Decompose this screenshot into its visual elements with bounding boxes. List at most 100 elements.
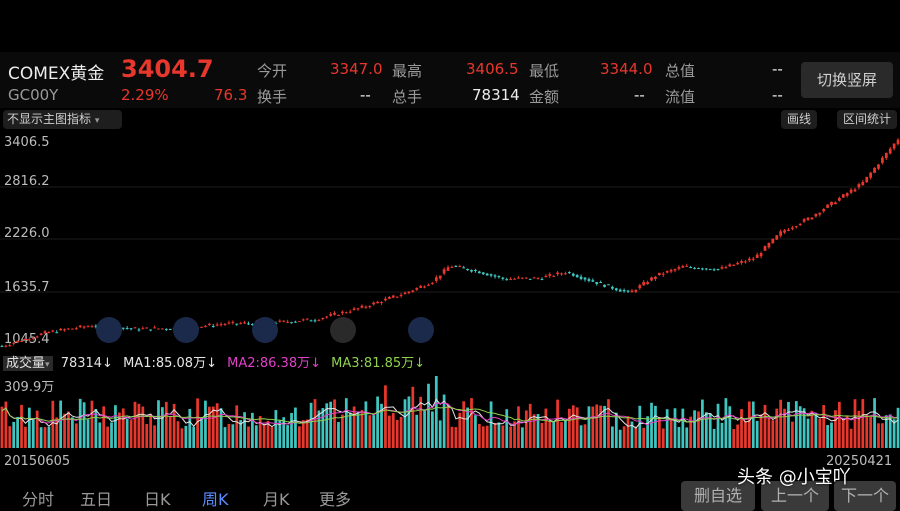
volume-bar (791, 421, 794, 448)
volume-bar (294, 407, 297, 448)
volume-bar (611, 426, 614, 448)
volume-bar (20, 404, 23, 448)
candle-body (12, 342, 16, 344)
volume-bar (869, 416, 873, 448)
volume-bar (845, 415, 849, 448)
candle-body (55, 332, 59, 334)
switch-portrait-button[interactable]: 切换竖屏 (801, 62, 893, 98)
event-marker-icon[interactable] (408, 317, 434, 343)
draw-line-button[interactable]: 画线 (781, 110, 817, 129)
candle-body (360, 305, 364, 308)
price-chart[interactable] (0, 133, 900, 348)
volume-bar (188, 408, 192, 448)
volume-bar (67, 411, 70, 448)
volume-bar (607, 399, 610, 448)
volume-bar (505, 409, 509, 448)
candle-body (814, 213, 818, 217)
volume-bar (634, 426, 638, 448)
candle-body (567, 272, 571, 274)
candle-body (489, 274, 493, 276)
candle-body (43, 331, 47, 334)
candle-body (27, 339, 31, 341)
candle-body (403, 292, 407, 295)
candle-body (607, 284, 610, 286)
tab-intraday[interactable]: 分时 (22, 486, 54, 510)
candle-body (877, 164, 880, 169)
candle-body (337, 314, 340, 316)
tab-more[interactable]: 更多 (319, 486, 351, 510)
candle-body (708, 268, 712, 270)
volume-bar (818, 418, 822, 448)
volume-bar (43, 427, 47, 448)
volume-bar (603, 405, 606, 448)
candle-body (31, 337, 35, 339)
candle-body (638, 285, 642, 289)
candle-body (642, 281, 646, 286)
volume-bar (157, 400, 160, 448)
event-marker-icon[interactable] (96, 317, 122, 343)
candle-body (830, 201, 833, 206)
volume-bar (755, 420, 759, 448)
candle-body (798, 223, 802, 226)
turnover-label: 换手 (257, 88, 288, 106)
candle-body (677, 267, 681, 269)
volume-bar (427, 383, 430, 448)
volume-bar (853, 399, 857, 448)
volume-bar (720, 422, 724, 448)
volume-bar (321, 408, 325, 448)
volume-bar (564, 419, 567, 448)
volume-bar (524, 410, 528, 448)
volume-bar (454, 427, 458, 448)
instrument-name: COMEX黄金 (8, 64, 105, 84)
volume-bar (352, 406, 356, 448)
volume-bar (114, 405, 117, 448)
candle-body (458, 266, 462, 268)
candle-body (231, 321, 235, 323)
volume-bar (129, 420, 133, 448)
tab-five-day[interactable]: 五日 (80, 486, 112, 510)
volume-bar (384, 385, 387, 448)
candle-body (845, 193, 849, 196)
candle-body (474, 269, 477, 271)
tab-daily-k[interactable]: 日K (144, 486, 171, 510)
event-marker-icon[interactable] (252, 317, 278, 343)
event-marker-icon[interactable] (330, 317, 356, 343)
range-stats-button[interactable]: 区间统计 (837, 110, 897, 129)
candle-body (411, 290, 415, 292)
candle-body (313, 320, 317, 322)
volume-chart[interactable] (0, 373, 900, 448)
candle-body (884, 152, 888, 159)
volume-bar (0, 406, 4, 448)
tab-monthly-k[interactable]: 月K (263, 486, 290, 510)
candle-body (211, 325, 215, 327)
candle-body (751, 258, 755, 260)
volume-bar (372, 415, 376, 448)
candle-body (282, 320, 286, 322)
candle-body (133, 327, 137, 329)
volume-bar (560, 422, 563, 448)
candle-body (20, 341, 23, 343)
volume-bar (470, 398, 473, 448)
candle-body (697, 267, 700, 269)
amount-label: 金额 (529, 88, 560, 106)
tab-weekly-k[interactable]: 周K (202, 486, 229, 510)
volume-bar (141, 406, 145, 448)
volume-bar (82, 402, 86, 448)
volume-bar (333, 399, 336, 448)
candle-body (24, 338, 27, 340)
candle-body (317, 320, 321, 322)
event-marker-icon[interactable] (173, 317, 199, 343)
candle-body (462, 267, 466, 269)
volume-bar (368, 415, 372, 448)
indicator-dropdown[interactable]: 不显示主图指标 ▾ (3, 110, 122, 129)
candle-body (595, 282, 599, 284)
candle-body (771, 238, 775, 244)
volume-label: 总手 (392, 88, 423, 106)
candle-body (654, 276, 657, 279)
candle-body (783, 230, 786, 233)
volume-indicator-dropdown[interactable]: 成交量▾ (3, 356, 53, 371)
candle-body (74, 328, 78, 330)
candle-body (673, 269, 677, 271)
volume-bar (254, 425, 258, 448)
volume-bar (364, 401, 368, 448)
